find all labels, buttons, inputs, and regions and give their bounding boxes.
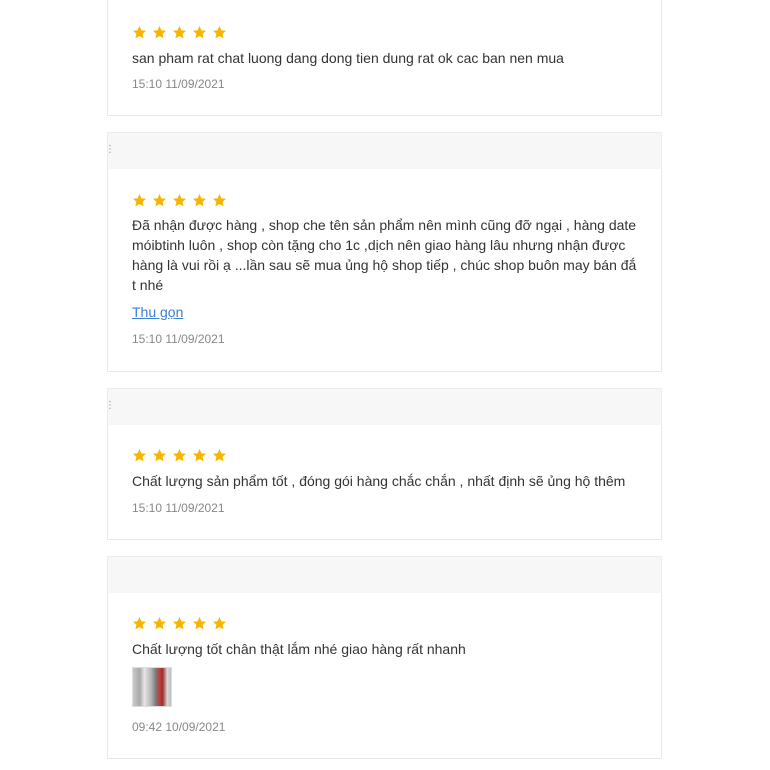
review-card: san pham rat chat luong dang dong tien d… [107, 0, 662, 116]
star-icon [132, 448, 147, 462]
star-icon [132, 25, 147, 39]
star-icon [192, 193, 207, 207]
star-icon [152, 616, 167, 630]
star-icon [212, 25, 227, 39]
star-icon [152, 193, 167, 207]
review-text-line: Đã nhận được hàng , shop che tên sản phẩ… [132, 217, 637, 233]
review-separator: ⋮ [105, 388, 662, 425]
review-text-line: hàng là vui rồi ạ ...lần sau sẽ mua ủng … [132, 257, 637, 273]
review-separator [107, 556, 662, 593]
product-photo-thumbnail[interactable] [132, 667, 172, 707]
review-card: Chất lượng tốt chân thật lắm nhé giao hà… [107, 593, 662, 759]
review-separator: ⋮ [105, 132, 662, 169]
star-icon [172, 193, 187, 207]
star-icon [172, 448, 187, 462]
separator-mark: ⋮ [105, 400, 115, 411]
review-card: Chất lượng sản phẩm tốt , đóng gói hàng … [107, 425, 662, 540]
star-rating [132, 25, 227, 40]
star-rating [132, 448, 227, 463]
star-icon [172, 25, 187, 39]
star-rating [132, 616, 227, 631]
star-rating [132, 193, 227, 208]
review-card: Đã nhận được hàng , shop che tên sản phẩ… [107, 169, 662, 372]
star-icon [152, 25, 167, 39]
review-text: Chất lượng sản phẩm tốt , đóng gói hàng … [132, 473, 626, 489]
star-icon [192, 448, 207, 462]
star-icon [132, 193, 147, 207]
star-icon [132, 616, 147, 630]
review-timestamp: 15:10 11/09/2021 [132, 77, 225, 91]
review-text: san pham rat chat luong dang dong tien d… [132, 50, 564, 66]
star-icon [192, 616, 207, 630]
review-timestamp: 15:10 11/09/2021 [132, 501, 225, 515]
star-icon [212, 193, 227, 207]
review-text-line: t nhé [132, 277, 164, 293]
star-icon [152, 448, 167, 462]
collapse-link[interactable]: Thu gọn [132, 304, 183, 320]
star-icon [172, 616, 187, 630]
review-text: Chất lượng tốt chân thật lắm nhé giao hà… [132, 641, 466, 657]
review-timestamp: 09:42 10/09/2021 [132, 720, 226, 734]
star-icon [212, 616, 227, 630]
review-text: Đã nhận được hàng , shop che tên sản phẩ… [132, 215, 642, 295]
star-icon [212, 448, 227, 462]
review-text-line: móibtinh luôn , shop còn tặng cho 1c ,dị… [132, 237, 626, 253]
review-timestamp: 15:10 11/09/2021 [132, 332, 225, 346]
star-icon [192, 25, 207, 39]
separator-mark: ⋮ [105, 144, 115, 155]
